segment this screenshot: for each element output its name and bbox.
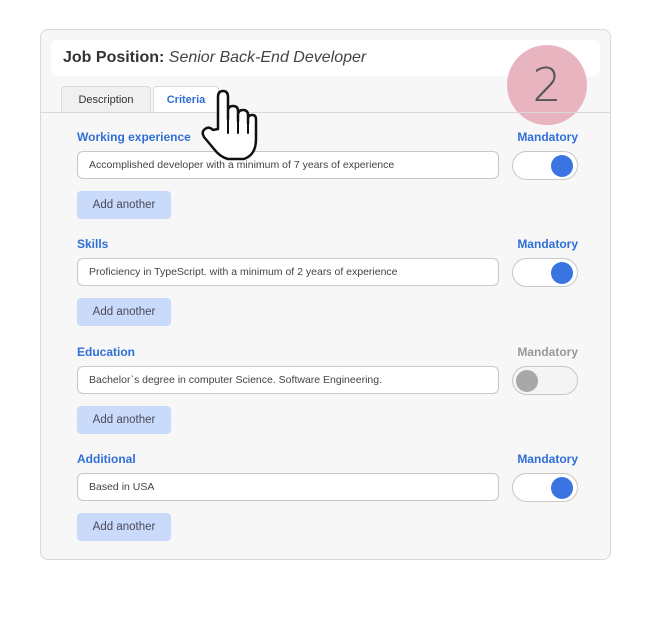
toggle-knob bbox=[551, 155, 573, 177]
job-criteria-card: Job Position: Senior Back-End Developer … bbox=[40, 29, 611, 560]
section-title: Additional bbox=[77, 452, 136, 466]
criteria-input[interactable]: Bachelor`s degree in computer Science. S… bbox=[77, 366, 499, 394]
criteria-input[interactable]: Based in USA bbox=[77, 473, 499, 501]
step-number-badge: 2 bbox=[507, 45, 587, 125]
add-another-button[interactable]: Add another bbox=[77, 406, 171, 434]
mandatory-label: Mandatory bbox=[517, 130, 578, 144]
toggle-knob bbox=[516, 370, 538, 392]
add-another-button[interactable]: Add another bbox=[77, 298, 171, 326]
mandatory-toggle[interactable] bbox=[512, 258, 578, 287]
mandatory-label: Mandatory bbox=[517, 237, 578, 251]
add-another-button[interactable]: Add another bbox=[77, 513, 171, 541]
add-another-button[interactable]: Add another bbox=[77, 191, 171, 219]
section-title: Working experience bbox=[77, 130, 191, 144]
criteria-input[interactable]: Accomplished developer with a minimum of… bbox=[77, 151, 499, 179]
mandatory-toggle[interactable] bbox=[512, 473, 578, 502]
mandatory-toggle[interactable] bbox=[512, 366, 578, 395]
section-title: Education bbox=[77, 345, 136, 359]
toggle-knob bbox=[551, 477, 573, 499]
criteria-input[interactable]: Proficiency in TypeScript. with a minimu… bbox=[77, 258, 499, 286]
section-title: Skills bbox=[77, 237, 109, 251]
tab-description[interactable]: Description bbox=[61, 86, 151, 112]
mandatory-label: Mandatory bbox=[517, 345, 578, 359]
toggle-knob bbox=[551, 262, 573, 284]
hand-pointer-icon bbox=[201, 89, 258, 161]
mandatory-label: Mandatory bbox=[517, 452, 578, 466]
tab-divider bbox=[41, 112, 610, 113]
mandatory-toggle[interactable] bbox=[512, 151, 578, 180]
page-title: Job Position: Senior Back-End Developer bbox=[63, 49, 366, 67]
job-position-value: Senior Back-End Developer bbox=[168, 49, 367, 66]
job-position-label: Job Position: bbox=[63, 49, 165, 66]
